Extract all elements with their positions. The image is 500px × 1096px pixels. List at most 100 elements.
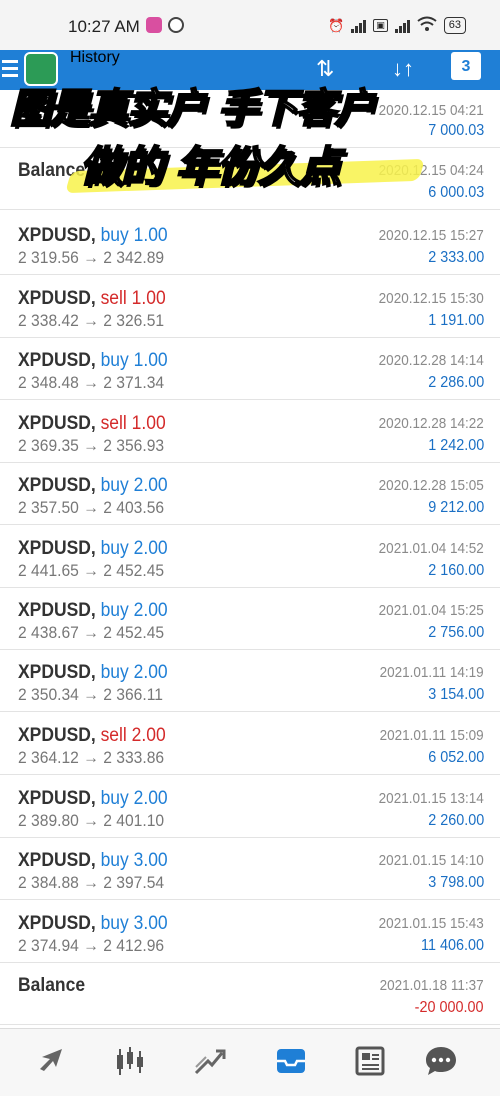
signal-icon-2 [394, 19, 410, 33]
row-date: 2020.12.15 04:21 [378, 102, 484, 119]
row-profit: 6 052.00 [427, 749, 484, 766]
wifi-icon [417, 16, 437, 35]
history-row[interactable]: XPDUSD, sell 2.00 2 364.12 → 2 333.86 2021… [0, 713, 500, 775]
row-symbol: XPDUSD, [18, 725, 96, 746]
row-date: 2020.12.15 15:30 [378, 290, 484, 307]
status-bar: 10:27 AM ⏰ ▣ 63 [0, 0, 500, 50]
row-title: XPDUSD, buy 2.00 [18, 475, 168, 497]
row-order-type: buy 2.00 [100, 600, 168, 621]
status-time: 10:27 AM [68, 17, 140, 36]
nav-chart[interactable] [105, 1039, 155, 1083]
history-row[interactable]: XPDUSD, buy 2.00 2 389.80 → 2 401.10 2021.… [0, 776, 500, 838]
row-date: 2020.12.28 14:14 [378, 352, 484, 369]
sort-icon[interactable]: ↓↑ [392, 56, 414, 82]
row-title: XPDUSD, sell 2.00 [18, 725, 166, 747]
row-profit: 1 242.00 [427, 437, 484, 454]
history-row[interactable]: XPDUSD, buy 1.00 2 348.48 → 2 371.34 2020.… [0, 338, 500, 400]
trade-icon [194, 1049, 226, 1075]
camera-app-icon [146, 17, 162, 33]
row-profit: 2 260.00 [427, 812, 484, 829]
row-title: XPDUSD, buy 2.00 [18, 662, 168, 684]
news-icon [355, 1046, 385, 1076]
history-row[interactable]: XPDUSD, buy 2.00 2 441.65 → 2 452.45 2021.… [0, 526, 500, 588]
row-prices: 2 369.35 → 2 356.93 [18, 436, 165, 455]
row-prices: 2 441.65 → 2 452.45 [18, 561, 165, 580]
row-date: 2021.01.11 14:19 [379, 664, 484, 681]
row-order-type: buy 2.00 [100, 662, 168, 683]
history-row[interactable]: XPDUSD, buy 3.00 2 374.94 → 2 412.96 2021.… [0, 901, 500, 963]
row-prices: 2 438.67 → 2 452.45 [18, 623, 165, 642]
nav-trade[interactable] [185, 1039, 235, 1083]
history-row[interactable]: XPDUSD, buy 2.00 2 357.50 → 2 403.56 2020.… [0, 463, 500, 525]
row-order-type: buy 3.00 [100, 913, 168, 934]
history-row[interactable]: XPDUSD, buy 1.00 2 319.56 → 2 342.89 2020.… [0, 213, 500, 275]
notification-icons [146, 17, 184, 33]
row-title: Balance [18, 975, 85, 997]
row-profit: 2 756.00 [427, 624, 484, 641]
row-date: 2020.12.15 15:27 [378, 227, 484, 244]
row-profit: -20 000.00 [415, 999, 484, 1016]
calendar-icon[interactable]: 3 [451, 52, 481, 80]
history-row[interactable]: XPDUSD, buy 3.00 2 384.88 → 2 397.54 2021.… [0, 838, 500, 900]
row-order-type: buy 2.00 [100, 788, 168, 809]
page-title: History [70, 49, 120, 66]
row-title: XPDUSD, sell 1.00 [18, 413, 166, 435]
row-title: XPDUSD, buy 1.00 [18, 225, 168, 247]
nav-quotes[interactable] [27, 1039, 77, 1083]
row-profit: 11 406.00 [421, 937, 484, 954]
row-order-type: buy 1.00 [100, 350, 168, 371]
row-prices: 2 338.42 → 2 326.51 [18, 311, 165, 330]
row-date: 2021.01.04 15:25 [378, 602, 484, 619]
row-title: XPDUSD, buy 1.00 [18, 350, 168, 372]
row-profit: 3 798.00 [427, 874, 484, 891]
row-profit: 2 160.00 [427, 562, 484, 579]
row-symbol: XPDUSD, [18, 288, 96, 309]
overlay-caption-line2: 做的 年份久点 [79, 141, 342, 192]
history-row[interactable]: XPDUSD, buy 2.00 2 350.34 → 2 366.11 2021.… [0, 650, 500, 712]
row-symbol: XPDUSD, [18, 538, 96, 559]
nav-chat[interactable] [416, 1039, 466, 1083]
overlay-caption-line1: 图是真实户 手下客户 [9, 85, 376, 133]
row-symbol: XPDUSD, [18, 662, 96, 683]
row-order-type: sell 2.00 [100, 725, 166, 746]
row-profit: 2 286.00 [427, 374, 484, 391]
row-prices: 2 348.48 → 2 371.34 [18, 373, 165, 392]
row-profit: 7 000.03 [427, 122, 484, 139]
row-symbol: XPDUSD, [18, 350, 96, 371]
row-title: XPDUSD, buy 2.00 [18, 538, 168, 560]
row-profit: 1 191.00 [427, 312, 484, 329]
row-profit: 6 000.03 [427, 184, 484, 201]
alarm-icon: ⏰ [328, 17, 345, 33]
history-row[interactable]: XPDUSD, sell 1.00 2 369.35 → 2 356.93 2020… [0, 401, 500, 463]
row-prices: 2 357.50 → 2 403.56 [18, 498, 165, 517]
nav-history[interactable] [266, 1039, 316, 1083]
row-symbol: XPDUSD, [18, 600, 96, 621]
row-date: 2021.01.11 15:09 [379, 727, 484, 744]
chart-candles-icon [117, 1047, 143, 1075]
status-right-icons: ⏰ ▣ 63 [328, 16, 466, 35]
row-date: 2021.01.04 14:52 [378, 540, 484, 557]
volte-icon: ▣ [373, 19, 388, 32]
row-order-type: sell 1.00 [100, 288, 166, 309]
quotes-icon [40, 1049, 62, 1071]
history-row[interactable]: Balance 2021.01.18 11:37 -20 000.00 [0, 963, 500, 1025]
row-prices: 2 350.34 → 2 366.11 [18, 685, 163, 704]
row-prices: 2 319.56 → 2 342.89 [18, 248, 165, 267]
row-date: 2021.01.15 15:43 [378, 915, 484, 932]
row-symbol: XPDUSD, [18, 850, 96, 871]
row-title: XPDUSD, buy 3.00 [18, 850, 168, 872]
row-symbol: XPDUSD, [18, 225, 96, 246]
chat-icon [426, 1047, 456, 1075]
row-order-type: buy 3.00 [100, 850, 168, 871]
row-date: 2021.01.18 11:37 [379, 977, 484, 994]
row-profit: 3 154.00 [427, 686, 484, 703]
signal-icon [351, 19, 367, 33]
nav-news[interactable] [345, 1039, 395, 1083]
row-prices: 2 389.80 → 2 401.10 [18, 811, 165, 830]
row-title: XPDUSD, buy 3.00 [18, 913, 168, 935]
row-prices: 2 374.94 → 2 412.96 [18, 936, 165, 955]
history-row[interactable]: XPDUSD, sell 1.00 2 338.42 → 2 326.51 2020… [0, 276, 500, 338]
history-row[interactable]: XPDUSD, buy 2.00 2 438.67 → 2 452.45 2021.… [0, 588, 500, 650]
row-order-type: buy 2.00 [100, 475, 168, 496]
row-title: XPDUSD, buy 2.00 [18, 600, 168, 622]
